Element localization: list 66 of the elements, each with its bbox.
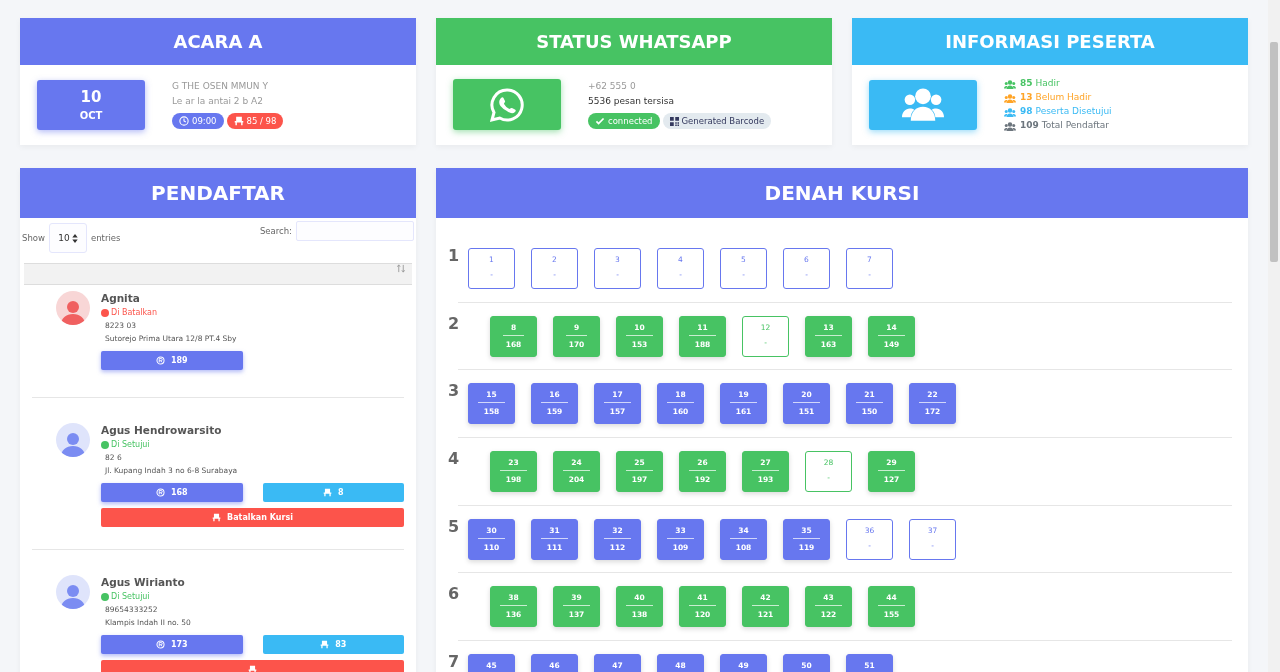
registration-number-button[interactable]: 173: [101, 635, 243, 654]
date-day: 10: [80, 88, 102, 106]
sort-caret-icon: [71, 233, 78, 243]
stat-line: 109 Total Pendaftar: [1004, 119, 1112, 132]
users-icon: [1004, 120, 1016, 131]
row-label: 6: [448, 586, 461, 606]
chair-icon: [248, 665, 257, 672]
chair-icon: [322, 488, 332, 497]
scrollbar-thumb[interactable]: [1270, 42, 1278, 262]
clock-icon: [179, 116, 189, 126]
registered-icon: [155, 488, 165, 497]
chair-icon: [320, 640, 330, 649]
search-field[interactable]: [296, 221, 414, 241]
cancel-seat-button[interactable]: Batalkan Kursi: [101, 508, 404, 527]
page-size-select[interactable]: 10: [48, 223, 87, 253]
card-header: DENAH KURSI: [436, 168, 1248, 218]
status-label: Di Batalkan: [101, 308, 404, 317]
search-label: Search:: [259, 226, 292, 236]
chair-icon: [212, 513, 222, 522]
row-label: 3: [448, 383, 461, 403]
event-location: Le ar la antai 2 b A2: [172, 95, 264, 108]
participant-name: Agnita: [101, 292, 141, 304]
card-header: ACARA A: [20, 18, 416, 65]
event-name: G THE OSEN MMUN Y: [172, 80, 269, 93]
row-label: 7: [448, 654, 461, 672]
registered-icon: [155, 356, 165, 365]
card-header: PENDAFTAR: [20, 168, 416, 218]
row-label: 1: [448, 248, 461, 267]
connection-badge: connected: [588, 113, 660, 129]
chair-icon: [233, 116, 244, 126]
seat-button[interactable]: 8: [262, 483, 404, 502]
person-silhouette-icon: [61, 583, 85, 609]
qr-code-icon: [669, 116, 679, 126]
barcode-button[interactable]: Generated Barcode: [662, 113, 772, 129]
card-header: INFORMASI PESERTA: [852, 18, 1248, 65]
entries-label: entries: [90, 233, 121, 243]
row-label: 5: [448, 518, 461, 538]
row-label: 2: [448, 315, 461, 335]
users-icon: [1004, 92, 1016, 103]
row-label: 4: [448, 451, 461, 471]
status-label: Di Setujui: [101, 440, 404, 449]
seat-count-badge: 85 / 98: [226, 113, 284, 129]
phone-number: +62 555 0: [588, 80, 637, 93]
message-quota: 5536 pesan tersisa: [588, 95, 675, 108]
stat-line: 85 Hadir: [1004, 77, 1112, 90]
registration-number-button[interactable]: 168: [101, 483, 243, 502]
users-icon: [1004, 106, 1016, 117]
scrollbar[interactable]: [1268, 0, 1280, 672]
person-silhouette-icon: [61, 431, 85, 457]
date-month: OCT: [79, 110, 103, 121]
users-icon: [1004, 78, 1016, 89]
participant-name: Agus Hendrowarsito: [101, 424, 223, 436]
card-header: STATUS WHATSAPP: [436, 18, 832, 65]
participant-name: Agus Wirianto: [101, 576, 186, 588]
person-silhouette-icon: [61, 299, 85, 325]
show-label: Show: [22, 233, 45, 243]
sort-icon: [396, 264, 406, 273]
chat-phone-icon: [489, 86, 525, 123]
status-label: Di Setujui: [101, 592, 404, 601]
check-icon: [595, 116, 605, 126]
seat-button[interactable]: 83: [262, 635, 404, 654]
stat-line: 13 Belum Hadir: [1004, 91, 1112, 104]
registered-icon: [155, 640, 165, 649]
time-badge: 09:00: [172, 113, 224, 129]
registration-number-button[interactable]: 189: [101, 351, 243, 370]
stat-line: 98 Peserta Disetujui: [1004, 105, 1112, 118]
